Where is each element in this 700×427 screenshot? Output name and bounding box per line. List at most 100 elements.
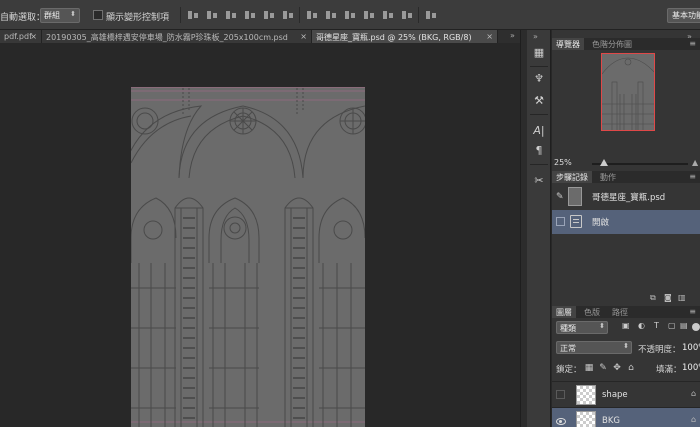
workspace-dropdown[interactable]: 基本功能	[667, 8, 700, 23]
history-state-label: 開啟	[592, 218, 610, 228]
align-left-icon[interactable]	[243, 8, 257, 22]
doc-tab-2[interactable]: 20190305_高雄橋梓遇安停車場_防水霧P珍珠板_205x100cm.psd…	[42, 30, 312, 43]
blend-mode-value: 正常	[560, 344, 576, 353]
distribute-vertical-center-icon[interactable]	[324, 8, 338, 22]
tab-history[interactable]: 步驟記錄	[552, 171, 592, 183]
tab-histogram[interactable]: 色階分佈圖	[588, 38, 636, 50]
tab-actions[interactable]: 動作	[596, 171, 620, 183]
dropdown-arrow-icon: ⬍	[70, 10, 76, 18]
lock-icon: ⌂	[691, 415, 697, 424]
layer-filter-kind-dropdown[interactable]: 種類 ⬍	[556, 321, 608, 334]
panel-menu-icon[interactable]: ≡	[689, 39, 696, 48]
navigator-tabs: 導覽器 色階分佈圖 ≡	[552, 38, 700, 50]
filter-adjustment-icon[interactable]: ◐	[638, 321, 648, 331]
right-panel-dock: » 導覽器 色階分佈圖 ≡ 25% ▲ 步驟記錄 動作 ≡ ✎ 哥德星座_寶瓶.…	[552, 30, 700, 427]
zoom-value[interactable]: 25%	[554, 158, 572, 167]
history-state-checkbox[interactable]	[556, 217, 565, 226]
align-vertical-center-icon[interactable]	[205, 8, 219, 22]
layers-tabs: 圖層 色版 路徑 ≡	[552, 306, 700, 318]
distribute-horizontal-center-icon[interactable]	[381, 8, 395, 22]
navigator-preview[interactable]	[601, 53, 655, 131]
history-state-row[interactable]: 開啟	[552, 210, 700, 234]
layer-thumbnail	[576, 411, 596, 427]
doc-tab-label: pdf.pdf	[4, 32, 32, 41]
close-icon[interactable]: ×	[30, 32, 37, 41]
auto-align-layers-icon[interactable]	[424, 8, 438, 22]
distribute-bottom-icon[interactable]	[343, 8, 357, 22]
document-tab-bar: pdf.pdf × 20190305_高雄橋梓遇安停車場_防水霧P珍珠板_205…	[0, 30, 520, 43]
opacity-label: 不透明度：	[638, 345, 681, 355]
close-icon[interactable]: ×	[486, 32, 493, 41]
layer-row-shape[interactable]: shape ⌂	[552, 381, 700, 407]
eye-icon[interactable]	[556, 416, 566, 425]
tab-channels[interactable]: 色版	[580, 306, 604, 318]
workspace-value: 基本功能	[672, 11, 700, 20]
canvas-area[interactable]	[0, 43, 520, 427]
lock-image-pixels-icon[interactable]: ✎	[598, 363, 608, 373]
panel-menu-icon[interactable]: ≡	[689, 307, 696, 316]
align-bottom-icon[interactable]	[224, 8, 238, 22]
distribute-right-icon[interactable]	[400, 8, 414, 22]
paragraph-panel-icon[interactable]: ¶	[531, 142, 547, 158]
doc-tab-label: 20190305_高雄橋梓遇安停車場_防水霧P珍珠板_205x100cm.psd	[46, 33, 288, 42]
filter-kind-value: 種類	[560, 324, 576, 333]
panel-icon-strip: » ▦ ♆ ⚒ A| ¶ ✂	[527, 30, 551, 427]
history-brush-icon[interactable]: ✎	[556, 192, 564, 202]
auto-select-value: 群組	[44, 11, 60, 20]
distribute-left-icon[interactable]	[362, 8, 376, 22]
align-horizontal-center-icon[interactable]	[262, 8, 276, 22]
visibility-toggle-icon[interactable]	[556, 390, 565, 399]
lock-transparent-pixels-icon[interactable]: ▦	[584, 363, 594, 373]
opacity-value[interactable]: 100%	[682, 343, 700, 353]
divider	[299, 7, 300, 23]
collapsed-panel-strip[interactable]	[520, 30, 527, 427]
history-tabs: 步驟記錄 動作 ≡	[552, 171, 700, 183]
distribute-top-icon[interactable]	[305, 8, 319, 22]
lock-all-icon[interactable]: ⌂	[626, 363, 636, 373]
camera-snapshot-icon[interactable]: ◙	[664, 293, 672, 302]
divider	[418, 7, 419, 23]
filter-toggle-icon[interactable]	[692, 323, 700, 331]
panel-menu-icon[interactable]: ≡	[689, 172, 696, 181]
filter-type-icon[interactable]: T	[654, 321, 664, 331]
divider	[530, 164, 548, 165]
properties-panel-icon[interactable]: ▦	[531, 44, 547, 60]
zoom-in-icon[interactable]: ▲	[692, 158, 698, 167]
filter-smart-object-icon[interactable]: ▤	[680, 321, 690, 331]
tab-paths[interactable]: 路徑	[608, 306, 632, 318]
lock-label: 鎖定：	[556, 365, 582, 375]
tab-layers[interactable]: 圖層	[552, 306, 576, 318]
layer-row-bkg[interactable]: BKG ⌂	[552, 407, 700, 427]
collapse-icon[interactable]: »	[533, 32, 538, 41]
character-panel-icon[interactable]: A|	[531, 122, 547, 138]
tool-presets-icon[interactable]: ⚒	[531, 92, 547, 108]
doc-tab-label: 哥德星座_寶瓶.psd @ 25% (BKG, RGB/8)	[316, 33, 472, 42]
align-right-icon[interactable]	[281, 8, 295, 22]
dropdown-arrow-icon: ⬍	[623, 342, 629, 350]
more-tabs-icon[interactable]: »	[510, 31, 515, 40]
divider	[180, 7, 181, 23]
zoom-slider-handle[interactable]	[600, 159, 608, 166]
doc-tab-3[interactable]: 哥德星座_寶瓶.psd @ 25% (BKG, RGB/8) ×	[312, 30, 498, 43]
document-canvas[interactable]	[131, 87, 365, 427]
tab-navigator[interactable]: 導覽器	[552, 38, 584, 50]
close-icon[interactable]: ×	[300, 32, 307, 41]
history-snapshot-row[interactable]: ✎ 哥德星座_寶瓶.psd	[552, 185, 700, 209]
auto-select-dropdown[interactable]: 群組 ⬍	[40, 8, 80, 23]
trash-icon[interactable]: ▥	[678, 293, 686, 302]
divider	[530, 114, 548, 115]
blend-mode-dropdown[interactable]: 正常 ⬍	[556, 341, 632, 354]
filter-pixel-icon[interactable]: ▣	[622, 321, 632, 331]
options-bar: 自動選取： 群組 ⬍ 顯示變形控制項 基本功能	[0, 0, 700, 30]
doc-tab-1[interactable]: pdf.pdf ×	[0, 30, 42, 43]
filter-shape-icon[interactable]: ▢	[668, 321, 678, 331]
fill-value[interactable]: 100%	[682, 363, 700, 373]
align-top-icon[interactable]	[186, 8, 200, 22]
show-transform-checkbox[interactable]	[93, 10, 103, 20]
layer-thumbnail	[576, 385, 596, 405]
new-document-from-state-icon[interactable]: ⧉	[650, 293, 656, 303]
brush-presets-icon[interactable]: ♆	[531, 70, 547, 86]
tools-panel-icon[interactable]: ✂	[531, 172, 547, 188]
lock-position-icon[interactable]: ✥	[612, 363, 622, 373]
lock-row: 鎖定： ▦ ✎ ✥ ⌂ 填滿： 100%	[552, 361, 700, 375]
